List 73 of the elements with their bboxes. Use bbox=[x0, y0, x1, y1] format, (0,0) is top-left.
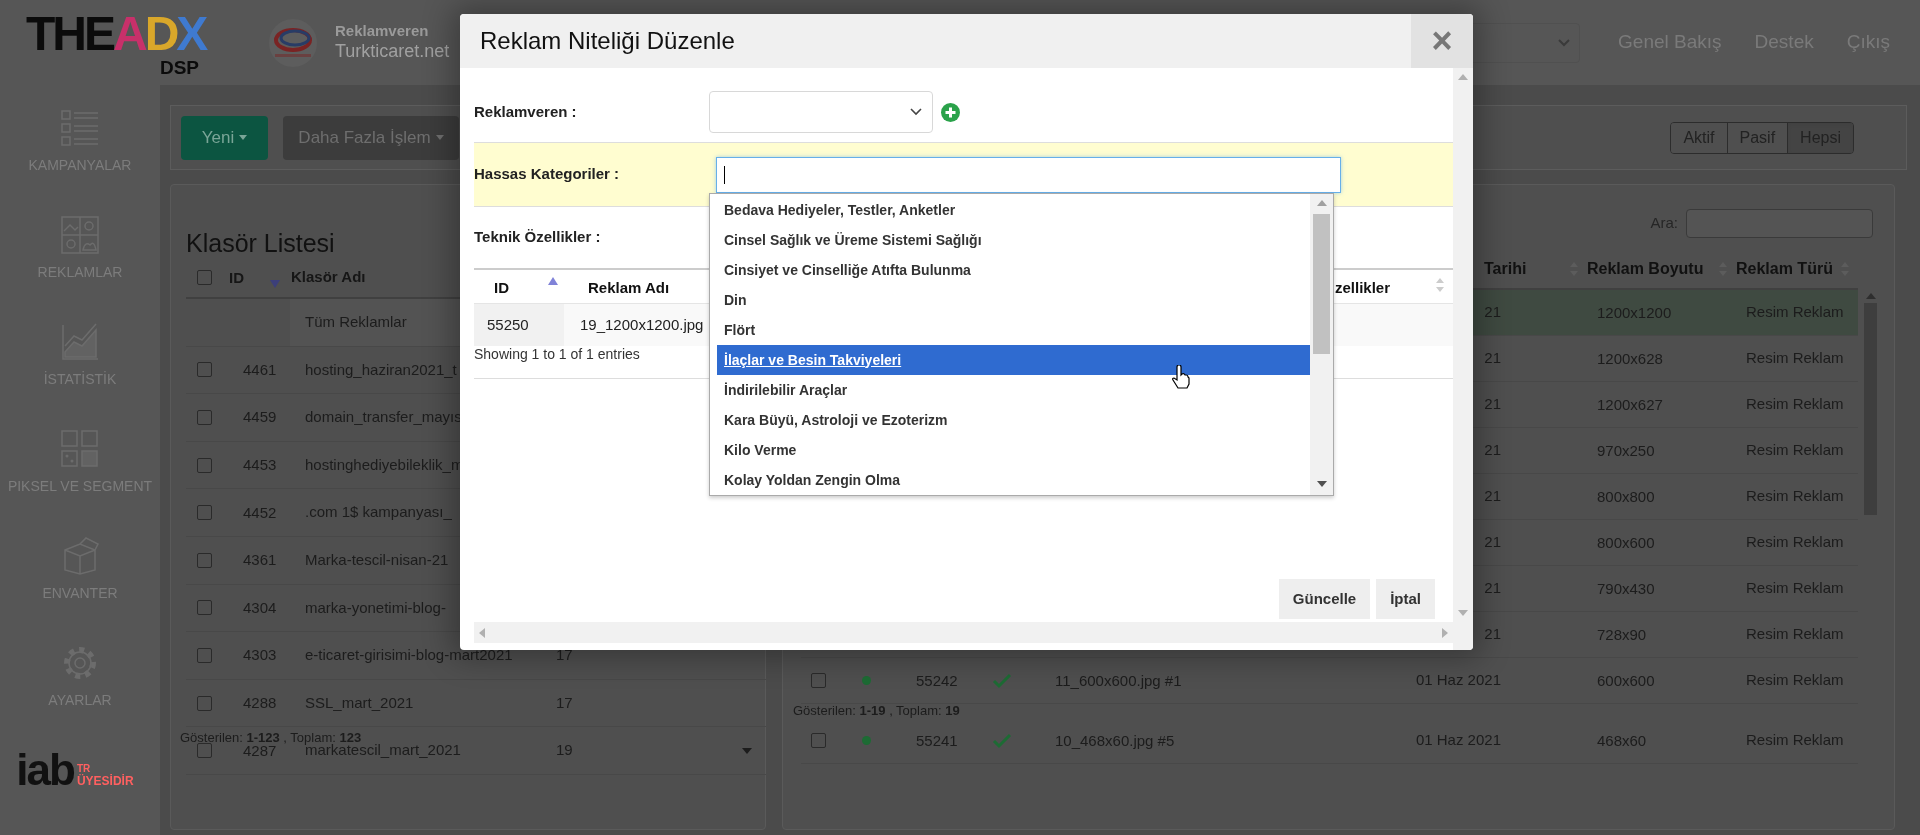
scroll-up-icon bbox=[1865, 293, 1876, 299]
checkbox[interactable] bbox=[196, 647, 212, 663]
dropdown-option[interactable]: İlaçlar ve Besin Takviyeleri bbox=[717, 345, 1310, 375]
checkbox[interactable] bbox=[196, 362, 212, 378]
dialog-button[interactable]: Güncelle bbox=[1278, 579, 1371, 619]
checkbox[interactable] bbox=[196, 552, 212, 568]
scroll-down-icon bbox=[742, 747, 752, 754]
modal-title: Reklam Niteliği Düzenle bbox=[479, 26, 735, 56]
column-header[interactable]: Reklam Türü bbox=[1736, 257, 1833, 281]
scroll-down-icon bbox=[1316, 481, 1327, 487]
scrollbar[interactable] bbox=[1310, 194, 1333, 495]
logo-wordmark: THEADX bbox=[26, 8, 208, 59]
table-cell-text: 19_1200x1200.jpg bbox=[579, 314, 704, 335]
dropdown-option[interactable]: Cinsel Sağlık ve Üreme Sistemi Sağlığı bbox=[717, 225, 1310, 255]
field-label: Hassas Kategoriler : bbox=[474, 164, 621, 185]
field-label: Teknik Özellikler : bbox=[474, 227, 601, 248]
badge-country: TR bbox=[76, 763, 91, 774]
scrollbar[interactable] bbox=[474, 622, 1453, 643]
scrollbar[interactable] bbox=[1453, 68, 1473, 650]
badge-text: ÜYESİDİR bbox=[76, 774, 134, 788]
checkbox[interactable] bbox=[196, 457, 212, 473]
add-icon bbox=[941, 103, 960, 122]
dropdown-option[interactable]: Din bbox=[717, 285, 1310, 315]
dialog-button[interactable]: İptal bbox=[1376, 579, 1435, 619]
chevron-down-icon bbox=[1557, 37, 1572, 48]
dropdown-option[interactable]: Bedava Hediyeler, Testler, Anketler bbox=[717, 195, 1310, 225]
search-field[interactable] bbox=[1686, 209, 1873, 238]
checkbox[interactable] bbox=[196, 695, 212, 711]
dropdown-option[interactable]: Kilo Verme bbox=[717, 435, 1310, 465]
scroll-up-icon bbox=[1316, 200, 1327, 206]
field-label: Reklamveren : bbox=[474, 101, 578, 122]
scrollbar-thumb[interactable] bbox=[1313, 214, 1330, 354]
sort-descending-icon bbox=[270, 279, 280, 288]
logo-subtitle: DSP bbox=[159, 58, 199, 77]
scroll-up-icon bbox=[1458, 74, 1468, 80]
scroll-down-icon bbox=[1458, 610, 1468, 616]
column-header[interactable]: Reklam Boyutu bbox=[1587, 257, 1704, 281]
checkbox[interactable] bbox=[196, 600, 212, 616]
column-header[interactable]: ID bbox=[494, 277, 509, 300]
scroll-left-icon bbox=[479, 627, 485, 638]
badge-brand: iab bbox=[16, 750, 74, 790]
column-header[interactable]: ID bbox=[229, 268, 244, 286]
dropdown-option[interactable]: Cinsiyet ve Cinselliğe Atıfta Bulunma bbox=[717, 255, 1310, 285]
panel-title: Klasör Listesi bbox=[186, 228, 335, 258]
advertiser-caption: Reklamveren bbox=[335, 22, 429, 39]
dropdown-option[interactable]: İndirilebilir Araçlar bbox=[717, 375, 1310, 405]
checkbox[interactable] bbox=[196, 505, 212, 521]
sort-ascending-icon bbox=[548, 277, 558, 285]
caret-icon bbox=[435, 135, 444, 140]
column-header[interactable]: zellikler bbox=[1335, 277, 1391, 301]
table-cell: 55250 bbox=[474, 304, 564, 346]
new-button[interactable]: Yeni bbox=[181, 115, 268, 160]
hand-cursor-icon bbox=[1172, 365, 1190, 389]
text-cursor bbox=[724, 165, 725, 184]
scroll-right-icon bbox=[1442, 627, 1448, 638]
checkbox[interactable] bbox=[196, 410, 212, 425]
dropdown-option[interactable]: Flört bbox=[717, 315, 1310, 345]
close-button[interactable]: × bbox=[1411, 14, 1473, 68]
checkbox[interactable] bbox=[196, 270, 212, 285]
chevron-down-icon bbox=[910, 108, 922, 116]
table-info: Showing 1 to 1 of 1 entries bbox=[474, 346, 640, 362]
dropdown-option[interactable]: Kolay Yoldan Zengin Olma bbox=[717, 465, 1310, 495]
checkbox[interactable] bbox=[810, 673, 826, 688]
checkbox[interactable] bbox=[196, 743, 212, 759]
caret-icon bbox=[239, 135, 248, 140]
dropdown-option[interactable]: Kara Büyü, Astroloji ve Ezoterizm bbox=[717, 405, 1310, 435]
column-header[interactable]: Klasör Adı bbox=[291, 266, 366, 289]
advertiser-name: Turkticaret.net bbox=[335, 40, 450, 63]
sort-icon bbox=[1435, 277, 1445, 293]
checkbox[interactable] bbox=[810, 733, 826, 748]
category-search-field[interactable] bbox=[716, 156, 1341, 193]
column-header[interactable]: Reklam Adı bbox=[564, 277, 670, 301]
column-header[interactable]: Tarihi bbox=[1484, 257, 1527, 281]
